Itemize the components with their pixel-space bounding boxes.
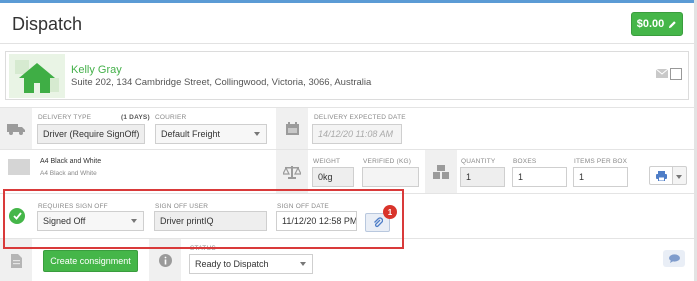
speech-bubble-icon [668,254,680,263]
consignment-row: Create consignment STATUS Ready to Dispa… [0,238,694,281]
top-accent-bar [0,0,697,3]
signoff-date-label: SIGN OFF DATE [277,203,329,210]
boxes-field[interactable]: 1 [512,167,567,187]
calendar-icon [285,122,299,135]
pencil-icon [669,20,677,28]
print-options-button[interactable] [673,166,687,185]
printer-icon [655,170,667,181]
paperclip-icon [373,217,383,228]
courier-label: COURIER [155,114,187,121]
requires-signoff-select[interactable]: Signed Off [37,211,144,231]
page-title: Dispatch [12,14,83,34]
signoff-row: REQUIRES SIGN OFF Signed Off SIGN OFF US… [0,193,694,237]
scale-icon [283,165,301,179]
chevron-down-icon [300,262,306,266]
expected-date-field[interactable]: 14/12/20 11:08 AM [312,124,402,144]
customer-avatar [9,54,65,98]
expected-date-label: DELIVERY EXPECTED DATE [314,114,406,121]
info-icon [158,254,172,267]
quantity-field[interactable]: 1 [460,167,505,187]
calendar-icon-cell [276,108,308,149]
amount-edit-button[interactable]: $0.00 [631,12,683,36]
requires-signoff-label: REQUIRES SIGN OFF [38,203,108,210]
print-button[interactable] [649,166,673,185]
title-divider [0,43,694,44]
weight-label: WEIGHT [313,158,341,165]
amount-label: $0.00 [636,18,665,30]
boxes-label: BOXES [513,158,537,165]
delivery-row: DELIVERY TYPE (1 DAYS) Driver (Require S… [0,107,694,149]
truck-icon [7,123,25,135]
customer-name[interactable]: Kelly Gray [71,64,122,76]
document-icon-cell [0,239,32,281]
product-size: A4 Black and White [40,170,97,177]
signoff-date-field[interactable]: 11/12/20 12:58 PM [276,211,357,231]
status-value: Ready to Dispatch [195,259,269,269]
customer-card: Kelly Gray Suite 202, 134 Cambridge Stre… [5,51,689,100]
verified-label: VERIFIED (KG) [363,158,412,165]
courier-select[interactable]: Default Freight [155,124,267,144]
comment-button[interactable] [663,250,685,267]
status-select[interactable]: Ready to Dispatch [189,254,313,274]
delivery-type-label: DELIVERY TYPE [38,114,92,121]
chevron-down-icon [254,132,260,136]
check-circle-icon [9,208,25,224]
product-name: A4 Black and White [40,158,102,165]
delivery-icon-cell [0,108,32,149]
boxes-icon [433,164,449,179]
customer-address: Suite 202, 134 Cambridge Street, Colling… [71,77,372,88]
check-icon [12,212,22,220]
items-per-box-field[interactable]: 1 [573,167,628,187]
envelope-icon[interactable] [656,69,668,78]
weight-field[interactable]: 0kg [312,167,354,187]
attachment-count-badge: 1 [383,205,397,219]
courier-value: Default Freight [161,129,221,139]
signoff-user-label: SIGN OFF USER [155,203,209,210]
product-row: A4 Black and White A4 Black and White WE… [0,149,694,193]
customer-select-checkbox[interactable] [670,68,682,80]
house-icon [15,60,59,93]
scale-icon-cell [276,150,308,193]
requires-signoff-value: Signed Off [43,216,86,226]
delivery-days-label: (1 DAYS) [121,114,150,121]
create-consignment-button[interactable]: Create consignment [43,250,138,272]
quantity-label: QUANTITY [461,158,496,165]
items-per-box-label: ITEMS PER BOX [574,158,628,165]
info-icon-cell [149,239,181,281]
status-label: STATUS [190,245,216,252]
chevron-down-icon [131,219,137,223]
boxes-icon-cell [425,150,457,193]
signoff-user-field[interactable]: Driver printIQ [154,211,267,231]
product-thumbnail [8,159,30,175]
document-icon [10,253,22,268]
chevron-down-icon [676,175,682,179]
delivery-type-field[interactable]: Driver (Require SignOff) [37,124,145,144]
verified-field[interactable] [362,167,419,187]
